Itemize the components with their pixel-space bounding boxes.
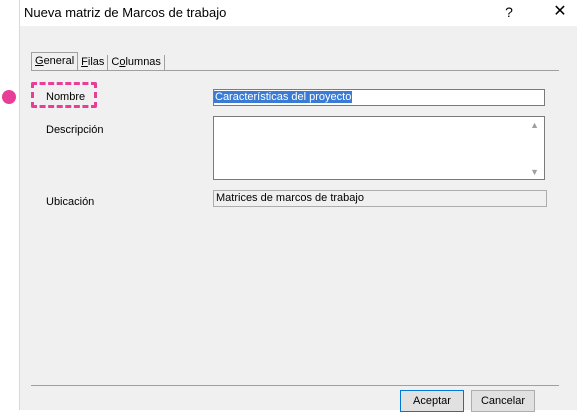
name-highlight-box [31,82,97,108]
tab-panel-general: Nombre Características del proyecto Desc… [31,70,559,386]
scroll-down-icon[interactable]: ▼ [530,167,539,177]
description-label: Descripción [46,124,104,136]
tab-strip: General Filas Columnas [31,52,165,70]
dialog-client-area: General Filas Columnas Nombre Caracterís… [20,26,577,412]
title-bar: Nueva matriz de Marcos de trabajo ? ✕ [20,0,577,26]
help-button[interactable]: ? [496,2,522,22]
annotation-dot [2,90,16,104]
scroll-up-icon[interactable]: ▲ [530,120,539,130]
tab-filas[interactable]: Filas [78,55,109,70]
window-title: Nueva matriz de Marcos de trabajo [24,5,227,20]
location-value: Matrices de marcos de trabajo [216,192,364,204]
name-value: Características del proyecto [214,91,353,103]
close-button[interactable]: ✕ [547,0,573,24]
tab-columnas[interactable]: Columnas [108,55,165,70]
ok-button[interactable]: Aceptar [400,390,464,412]
description-field[interactable]: ▲ ▼ [213,116,545,180]
dialog-window: Nueva matriz de Marcos de trabajo ? ✕ Ge… [19,0,577,412]
tab-general[interactable]: General [31,52,79,70]
cancel-button[interactable]: Cancelar [471,390,535,412]
location-field: Matrices de marcos de trabajo [213,190,547,207]
name-field[interactable]: Características del proyecto [213,89,545,106]
location-label: Ubicación [46,196,95,208]
